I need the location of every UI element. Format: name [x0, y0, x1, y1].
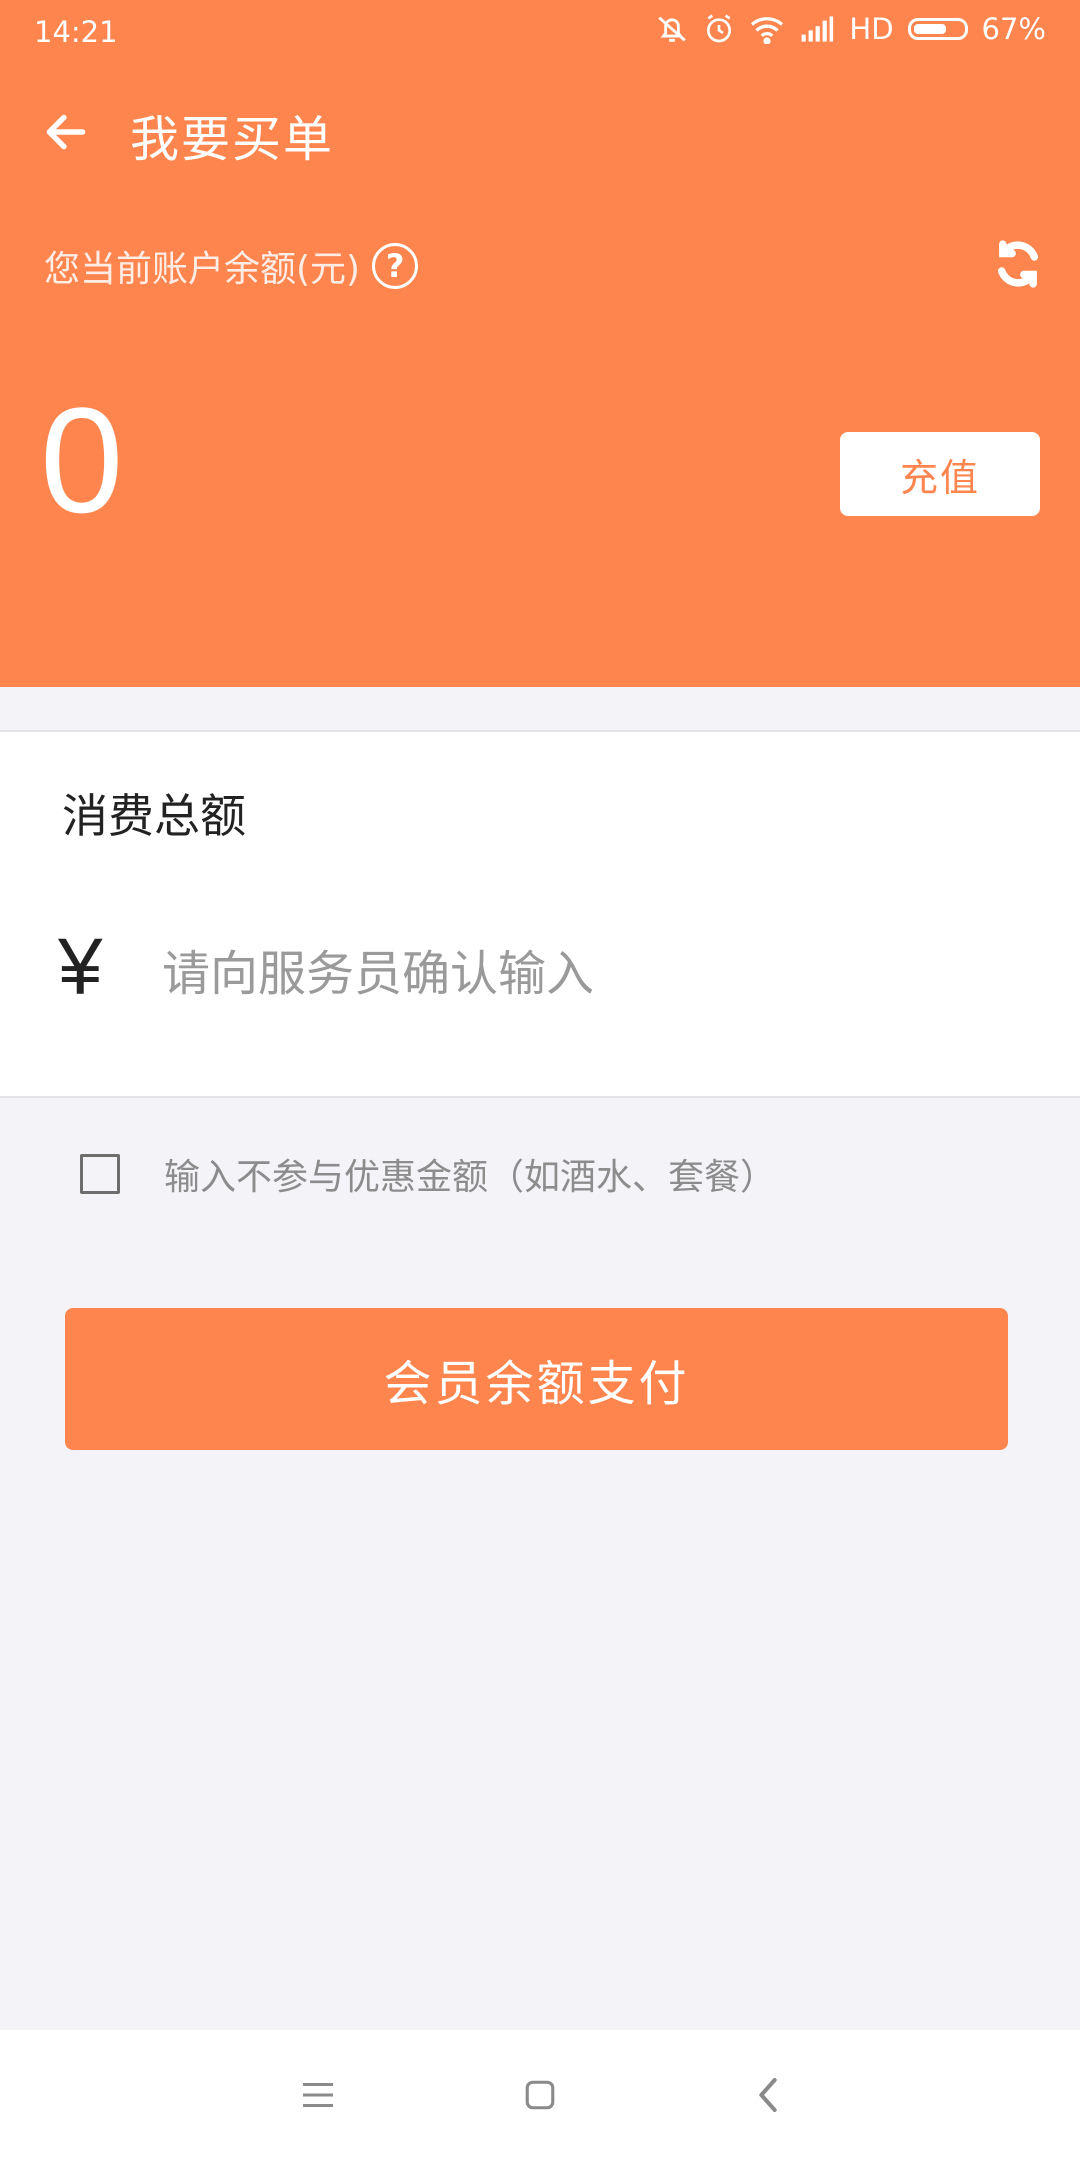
section-title: 消费总额 — [62, 789, 246, 843]
wifi-icon — [749, 14, 785, 44]
home-icon — [525, 2080, 555, 2110]
recharge-button[interactable]: 充值 — [840, 432, 1040, 516]
amount-card: 消费总额 ¥ — [0, 730, 1080, 1098]
refresh-icon — [997, 240, 1039, 288]
back-icon — [759, 2078, 777, 2112]
currency-symbol: ¥ — [58, 922, 103, 1011]
battery-percent: 67% — [981, 12, 1046, 46]
back-nav-button[interactable] — [738, 2065, 798, 2125]
silent-icon — [655, 12, 689, 46]
amount-input[interactable] — [162, 932, 1022, 1016]
home-nav-button[interactable] — [510, 2065, 570, 2125]
balance-value: 0 — [40, 376, 124, 544]
header: 14:21 HD 67% 我要买单 您当前账户余额(元) ? 0 充值 — [0, 0, 1080, 687]
balance-label-row: 您当前账户余额(元) ? — [44, 240, 419, 292]
menu-icon — [303, 2083, 333, 2107]
exclude-discount-checkbox[interactable] — [80, 1154, 120, 1194]
top-app-bar: 我要买单 — [0, 68, 1080, 196]
arrow-left-icon — [46, 114, 86, 150]
question-circle-icon[interactable]: ? — [372, 243, 419, 289]
status-time: 14:21 — [34, 15, 118, 49]
menu-nav-button[interactable] — [288, 2065, 348, 2125]
refresh-button[interactable] — [990, 236, 1046, 292]
status-bar: 14:21 HD 67% — [0, 0, 1080, 68]
exclude-discount-row[interactable]: 输入不参与优惠金额（如酒水、套餐） — [80, 1148, 776, 1200]
signal-icon — [799, 15, 835, 43]
status-icons: HD 67% — [655, 12, 1046, 46]
system-nav-bar — [0, 2030, 1080, 2160]
page-title: 我要买单 — [130, 111, 335, 168]
member-balance-pay-button[interactable]: 会员余额支付 — [65, 1308, 1008, 1450]
exclude-discount-label: 输入不参与优惠金额（如酒水、套餐） — [164, 1157, 777, 1198]
network-type: HD — [849, 12, 894, 46]
back-button[interactable] — [26, 92, 106, 172]
balance-label: 您当前账户余额(元) — [44, 249, 361, 290]
alarm-icon — [703, 13, 735, 45]
battery-icon — [907, 18, 968, 40]
